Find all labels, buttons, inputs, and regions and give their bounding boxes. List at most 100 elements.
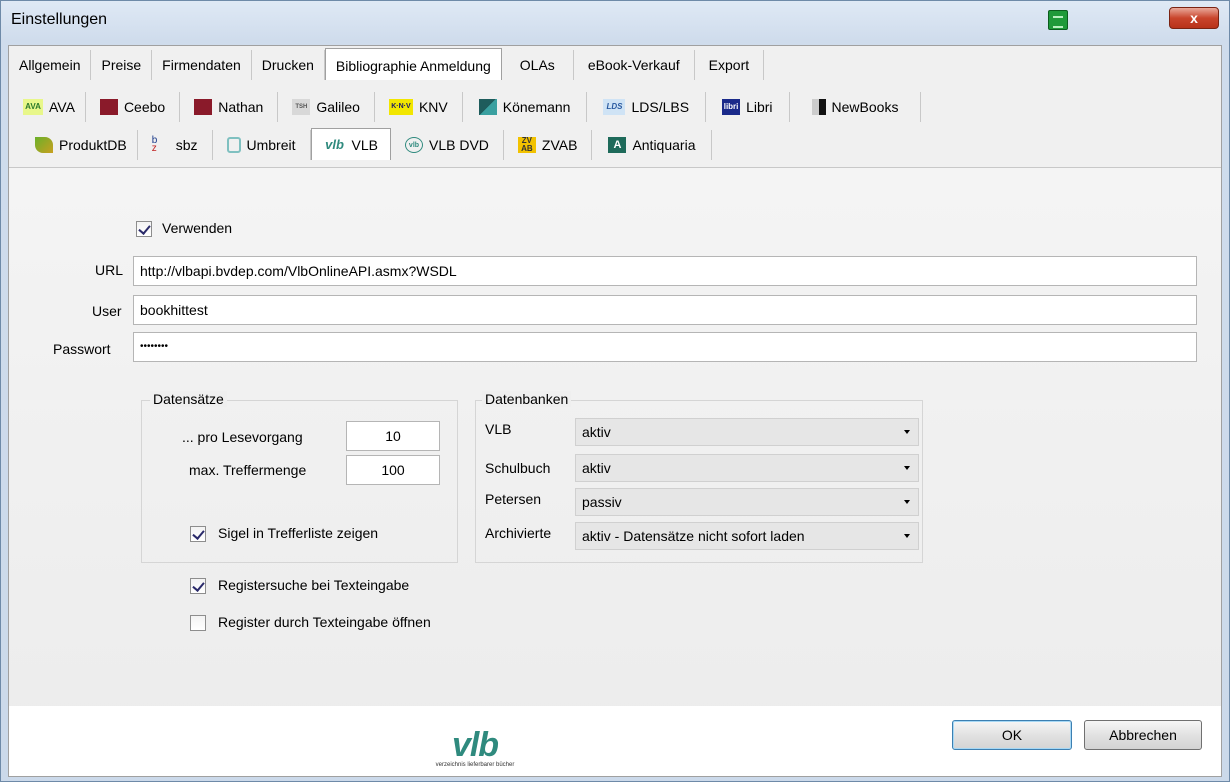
db-archivierte-label: Archivierte [485,525,552,541]
url-field[interactable]: http://vlbapi.bvdep.com/VlbOnlineAPI.asm… [133,256,1197,286]
datensaetze-title: Datensätze [150,391,227,407]
tab-label: Nathan [218,99,264,115]
nathan-icon [194,99,213,115]
main-tab-strip: Allgemein Preise Firmendaten Drucken Bib… [9,48,765,84]
tab-zvab[interactable]: ZV AB ZVAB [504,130,593,160]
tab-export[interactable]: Export [695,50,765,80]
tab-label: Libri [746,99,773,115]
tab-vlb[interactable]: vlb VLB [310,128,391,160]
tab-nathan[interactable]: Nathan [180,92,279,122]
tab-label: sbz [175,137,198,153]
use-checkbox[interactable] [136,221,152,237]
db-archivierte-value: aktiv - Datensätze nicht sofort laden [582,528,805,544]
max-hits-field[interactable]: 100 [346,455,440,485]
tab-label: Umbreit [246,137,296,153]
url-label: URL [95,262,124,278]
tab-antiquaria[interactable]: A Antiquaria [592,130,713,160]
tab-umbreit[interactable]: Umbreit [213,130,311,160]
db-petersen-label: Petersen [485,491,542,507]
per-read-label: ... pro Lesevorgang [182,429,303,445]
password-field[interactable]: •••••••• [133,332,1197,362]
register-search-label: Registersuche bei Texteingabe [218,577,410,593]
register-open-checkbox[interactable] [190,615,206,631]
tab-label: Bibliographie Anmeldung [335,57,491,74]
knv-icon: K·N·V [388,99,413,115]
db-archivierte-select[interactable]: aktiv - Datensätze nicht sofort laden [575,522,919,550]
antiquaria-icon: A [608,137,627,153]
tab-ava[interactable]: AVA AVA [13,92,86,122]
tab-lds-lbs[interactable]: LDS LDS/LBS [587,92,707,122]
provider-tab-strip-row1: AVA AVA Ceebo Nathan TSH Galileo K·N·V K… [13,92,922,126]
tab-bibliographie-anmeldung[interactable]: Bibliographie Anmeldung [324,48,502,80]
vlb-logo-word: vlb [451,726,499,764]
tab-label: Könemann [502,99,571,115]
ava-icon: AVA [23,99,43,115]
title-bar: Einstellungen x [1,1,1229,41]
produktdb-icon [35,137,53,153]
vlb-settings-panel: Verwenden URL http://vlbapi.bvdep.com/Vl… [9,167,1221,757]
vlb-icon: vlb [325,136,344,152]
sbz-icon: b z [152,136,170,154]
tab-label: KNV [418,99,448,115]
tab-libri[interactable]: libri Libri [706,92,790,122]
db-schulbuch-value: aktiv [582,460,611,476]
window-title: Einstellungen [11,11,108,28]
tab-sbz[interactable]: b z sbz [138,130,213,160]
tab-ceebo[interactable]: Ceebo [86,92,181,122]
tab-knv[interactable]: K·N·V KNV [375,92,463,122]
db-schulbuch-select[interactable]: aktiv [575,454,919,482]
tab-olas[interactable]: OLAs [502,50,574,80]
register-search-checkbox[interactable] [190,578,206,594]
tab-produktdb[interactable]: ProduktDB [25,130,138,160]
tab-label: LDS/LBS [631,99,690,115]
db-petersen-select[interactable]: passiv [575,488,919,516]
dialog-client: Allgemein Preise Firmendaten Drucken Bib… [8,45,1222,777]
galileo-icon: TSH [292,99,311,115]
tab-allgemein[interactable]: Allgemein [9,50,92,80]
vlb-logo: vlb verzeichnis lieferbarer bücher [425,728,525,778]
tab-koenemann[interactable]: Könemann [463,92,588,122]
tab-ebook-verkauf[interactable]: eBook-Verkauf [574,50,695,80]
register-open-label: Register durch Texteingabe öffnen [218,614,431,630]
zvab-icon-bottom: AB [521,144,533,153]
close-button[interactable]: x [1169,7,1219,29]
libri-icon: libri [722,99,741,115]
tab-label: Allgemein [19,57,81,73]
db-vlb-select[interactable]: aktiv [575,418,919,446]
newbooks-icon [811,99,826,115]
tab-label: AVA [49,99,75,115]
use-label: Verwenden [162,220,233,236]
chevron-down-icon [904,534,910,538]
tab-label: OLAs [519,57,555,73]
app-tray-icon[interactable] [1048,10,1068,30]
provider-tab-strip-row2: ProduktDB b z sbz Umbreit vlb VLB vlb VL… [25,128,713,164]
tab-label: Drucken [261,57,314,73]
tab-vlb-dvd[interactable]: vlb VLB DVD [391,130,504,160]
password-label: Passwort [53,341,111,357]
sigel-checkbox[interactable] [190,526,206,542]
tab-drucken[interactable]: Drucken [252,50,325,80]
ok-button[interactable]: OK [952,720,1072,750]
user-field[interactable]: bookhittest [133,295,1197,325]
db-vlb-label: VLB [485,421,512,437]
tab-label: Antiquaria [632,137,696,153]
cancel-button[interactable]: Abbrechen [1084,720,1202,750]
tab-galileo[interactable]: TSH Galileo [278,92,375,122]
settings-window: Einstellungen x Allgemein Preise Firmend… [0,0,1230,782]
tab-newbooks[interactable]: NewBooks [790,92,922,122]
koenemann-icon [478,99,497,115]
db-vlb-value: aktiv [582,424,611,440]
tab-label: VLB DVD [428,137,489,153]
vlb-dvd-icon: vlb [404,137,423,153]
tab-firmendaten[interactable]: Firmendaten [152,50,252,80]
tab-label: Ceebo [123,99,166,115]
per-read-field[interactable]: 10 [346,421,440,451]
tab-label: NewBooks [831,99,899,115]
user-label: User [92,303,122,319]
tab-label: Export [708,57,750,73]
ceebo-icon [99,99,118,115]
zvab-icon: ZV AB [517,137,536,153]
lds-icon: LDS [603,99,626,115]
tab-label: Galileo [316,99,360,115]
tab-preise[interactable]: Preise [91,50,153,80]
